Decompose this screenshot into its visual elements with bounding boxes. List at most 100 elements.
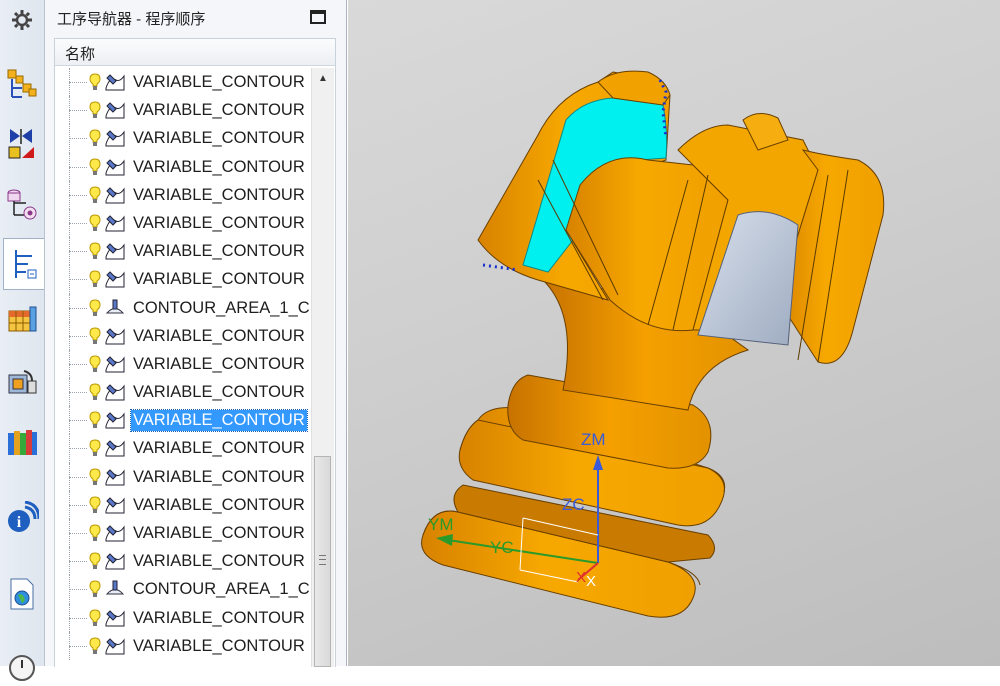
svg-text:X: X: [586, 573, 596, 590]
scroll-up-icon[interactable]: ▲: [312, 68, 334, 88]
assembly-navigator-icon[interactable]: [4, 66, 40, 102]
operation-label: CONTOUR_AREA_1_C: [133, 580, 310, 599]
status-bulb-icon: [89, 383, 101, 401]
status-bulb-icon: [89, 496, 101, 513]
status-bulb-icon: [89, 242, 101, 260]
operation-label: VARIABLE_CONTOUR: [133, 157, 305, 176]
operation-row[interactable]: VARIABLE_CONTOUR: [55, 124, 311, 153]
svg-text:X: X: [576, 569, 586, 586]
operation-row[interactable]: VARIABLE_CONTOUR: [55, 519, 311, 548]
contour-area-icon: [105, 299, 125, 313]
part-model: X X ZM ZC YM YC: [421, 70, 885, 618]
variable-contour-icon: [105, 158, 125, 176]
zm-label: ZM: [581, 430, 606, 449]
operation-label: VARIABLE_CONTOUR: [133, 552, 305, 571]
operation-row[interactable]: VARIABLE_CONTOUR: [55, 237, 311, 266]
operation-label: CONTOUR_AREA_1_C: [133, 298, 310, 317]
operation-row[interactable]: VARIABLE_CONTOUR: [55, 406, 311, 435]
variable-contour-icon: [105, 440, 125, 457]
operation-label: VARIABLE_CONTOUR: [133, 439, 305, 458]
operation-row[interactable]: VARIABLE_CONTOUR: [55, 208, 311, 238]
graphics-window[interactable]: X X ZM ZC YM YC: [348, 0, 1000, 666]
operation-row[interactable]: VARIABLE_CONTOUR: [55, 434, 311, 463]
variable-contour-icon: [105, 74, 125, 91]
operation-navigator-panel: 工序导航器 - 程序顺序 名称 VARIABLE_CONTOUR VARIABLE…: [45, 0, 347, 667]
operation-row[interactable]: VARIABLE_CONTOUR: [55, 96, 311, 125]
operation-navigator-icon[interactable]: [3, 238, 44, 290]
status-bulb-icon: [89, 158, 101, 175]
status-bulb-icon: [89, 468, 101, 485]
constraint-navigator-icon[interactable]: [4, 126, 40, 162]
tree-rows: VARIABLE_CONTOUR VARIABLE_CONTOUR VARIABLE…: [55, 68, 311, 660]
operation-row[interactable]: VARIABLE_CONTOUR: [55, 378, 311, 407]
operation-row[interactable]: VARIABLE_CONTOUR: [55, 68, 311, 97]
operation-row[interactable]: VARIABLE_CONTOUR: [55, 265, 311, 294]
reuse-library-icon[interactable]: [4, 364, 40, 400]
status-bulb-icon: [89, 439, 101, 457]
variable-contour-icon: [105, 187, 125, 204]
operation-row[interactable]: VARIABLE_CONTOUR: [55, 180, 311, 209]
operation-row[interactable]: VARIABLE_CONTOUR: [55, 321, 311, 350]
status-bulb-icon: [89, 355, 101, 372]
operation-label: VARIABLE_CONTOUR: [133, 213, 305, 232]
variable-contour-icon: [105, 609, 125, 627]
panel-title: 工序导航器 - 程序顺序: [57, 11, 206, 28]
variable-contour-icon: [105, 271, 125, 288]
variable-contour-icon: [105, 497, 125, 514]
operation-row[interactable]: VARIABLE_CONTOUR: [55, 603, 311, 632]
scroll-thumb[interactable]: [314, 456, 331, 667]
vertical-scrollbar[interactable]: ▲: [311, 68, 334, 667]
operation-row[interactable]: VARIABLE_CONTOUR: [55, 462, 311, 491]
operation-label: VARIABLE_CONTOUR: [133, 495, 305, 514]
resource-bar: i: [0, 0, 45, 681]
status-bulb-icon: [89, 101, 101, 119]
operation-row[interactable]: VARIABLE_CONTOUR: [55, 547, 311, 576]
operation-row[interactable]: CONTOUR_AREA_1_C: [55, 575, 311, 604]
status-bulb-icon: [89, 637, 101, 654]
ym-label: YM: [428, 515, 454, 534]
operation-row[interactable]: VARIABLE_CONTOUR: [55, 631, 311, 660]
history-icon[interactable]: [4, 424, 40, 460]
operation-label: VARIABLE_CONTOUR: [130, 409, 308, 433]
status-bulb-icon: [89, 580, 101, 598]
operation-label: VARIABLE_CONTOUR: [133, 383, 305, 402]
status-bulb-icon: [89, 270, 101, 288]
operation-row[interactable]: VARIABLE_CONTOUR: [55, 152, 311, 181]
status-bulb-icon: [89, 129, 101, 147]
operation-label: VARIABLE_CONTOUR: [133, 524, 305, 542]
info-icon[interactable]: i: [4, 500, 40, 536]
operation-row[interactable]: VARIABLE_CONTOUR: [55, 490, 311, 519]
status-bulb-icon: [89, 609, 101, 626]
web-browser-icon[interactable]: [4, 576, 40, 612]
variable-contour-icon: [105, 130, 125, 147]
variable-contour-icon: [105, 468, 125, 486]
variable-contour-icon: [105, 102, 125, 119]
variable-contour-icon: [105, 638, 125, 655]
machine-tool-navigator-icon[interactable]: [4, 302, 40, 338]
operation-row[interactable]: CONTOUR_AREA_1_C: [55, 293, 311, 322]
column-header-name[interactable]: 名称: [55, 39, 335, 66]
part-navigator-icon[interactable]: [4, 186, 40, 222]
variable-contour-icon: [105, 243, 125, 260]
status-bulb-icon: [89, 552, 101, 570]
operation-label: VARIABLE_CONTOUR: [133, 73, 305, 91]
variable-contour-icon: [105, 384, 125, 401]
svg-text:i: i: [17, 514, 22, 531]
variable-contour-icon: [105, 356, 125, 373]
variable-contour-icon: [105, 215, 125, 232]
yc-label: YC: [490, 538, 514, 557]
operation-label: VARIABLE_CONTOUR: [133, 185, 305, 204]
navigator-tree: 名称 VARIABLE_CONTOUR VARIABLE_CONTOUR VARIA…: [54, 38, 336, 667]
operation-label: VARIABLE_CONTOUR: [133, 636, 305, 655]
operation-label: VARIABLE_CONTOUR: [133, 326, 305, 345]
status-bulb-icon: [89, 411, 101, 429]
clock-icon[interactable]: [4, 650, 40, 686]
operation-row[interactable]: VARIABLE_CONTOUR: [55, 349, 311, 379]
variable-contour-icon: [105, 525, 125, 542]
status-bulb-icon: [89, 524, 101, 541]
gear-icon[interactable]: [4, 2, 40, 38]
zc-label: ZC: [562, 495, 585, 514]
operation-label: VARIABLE_CONTOUR: [133, 608, 305, 627]
maximize-icon[interactable]: [310, 10, 326, 24]
operation-label: VARIABLE_CONTOUR: [133, 242, 305, 261]
